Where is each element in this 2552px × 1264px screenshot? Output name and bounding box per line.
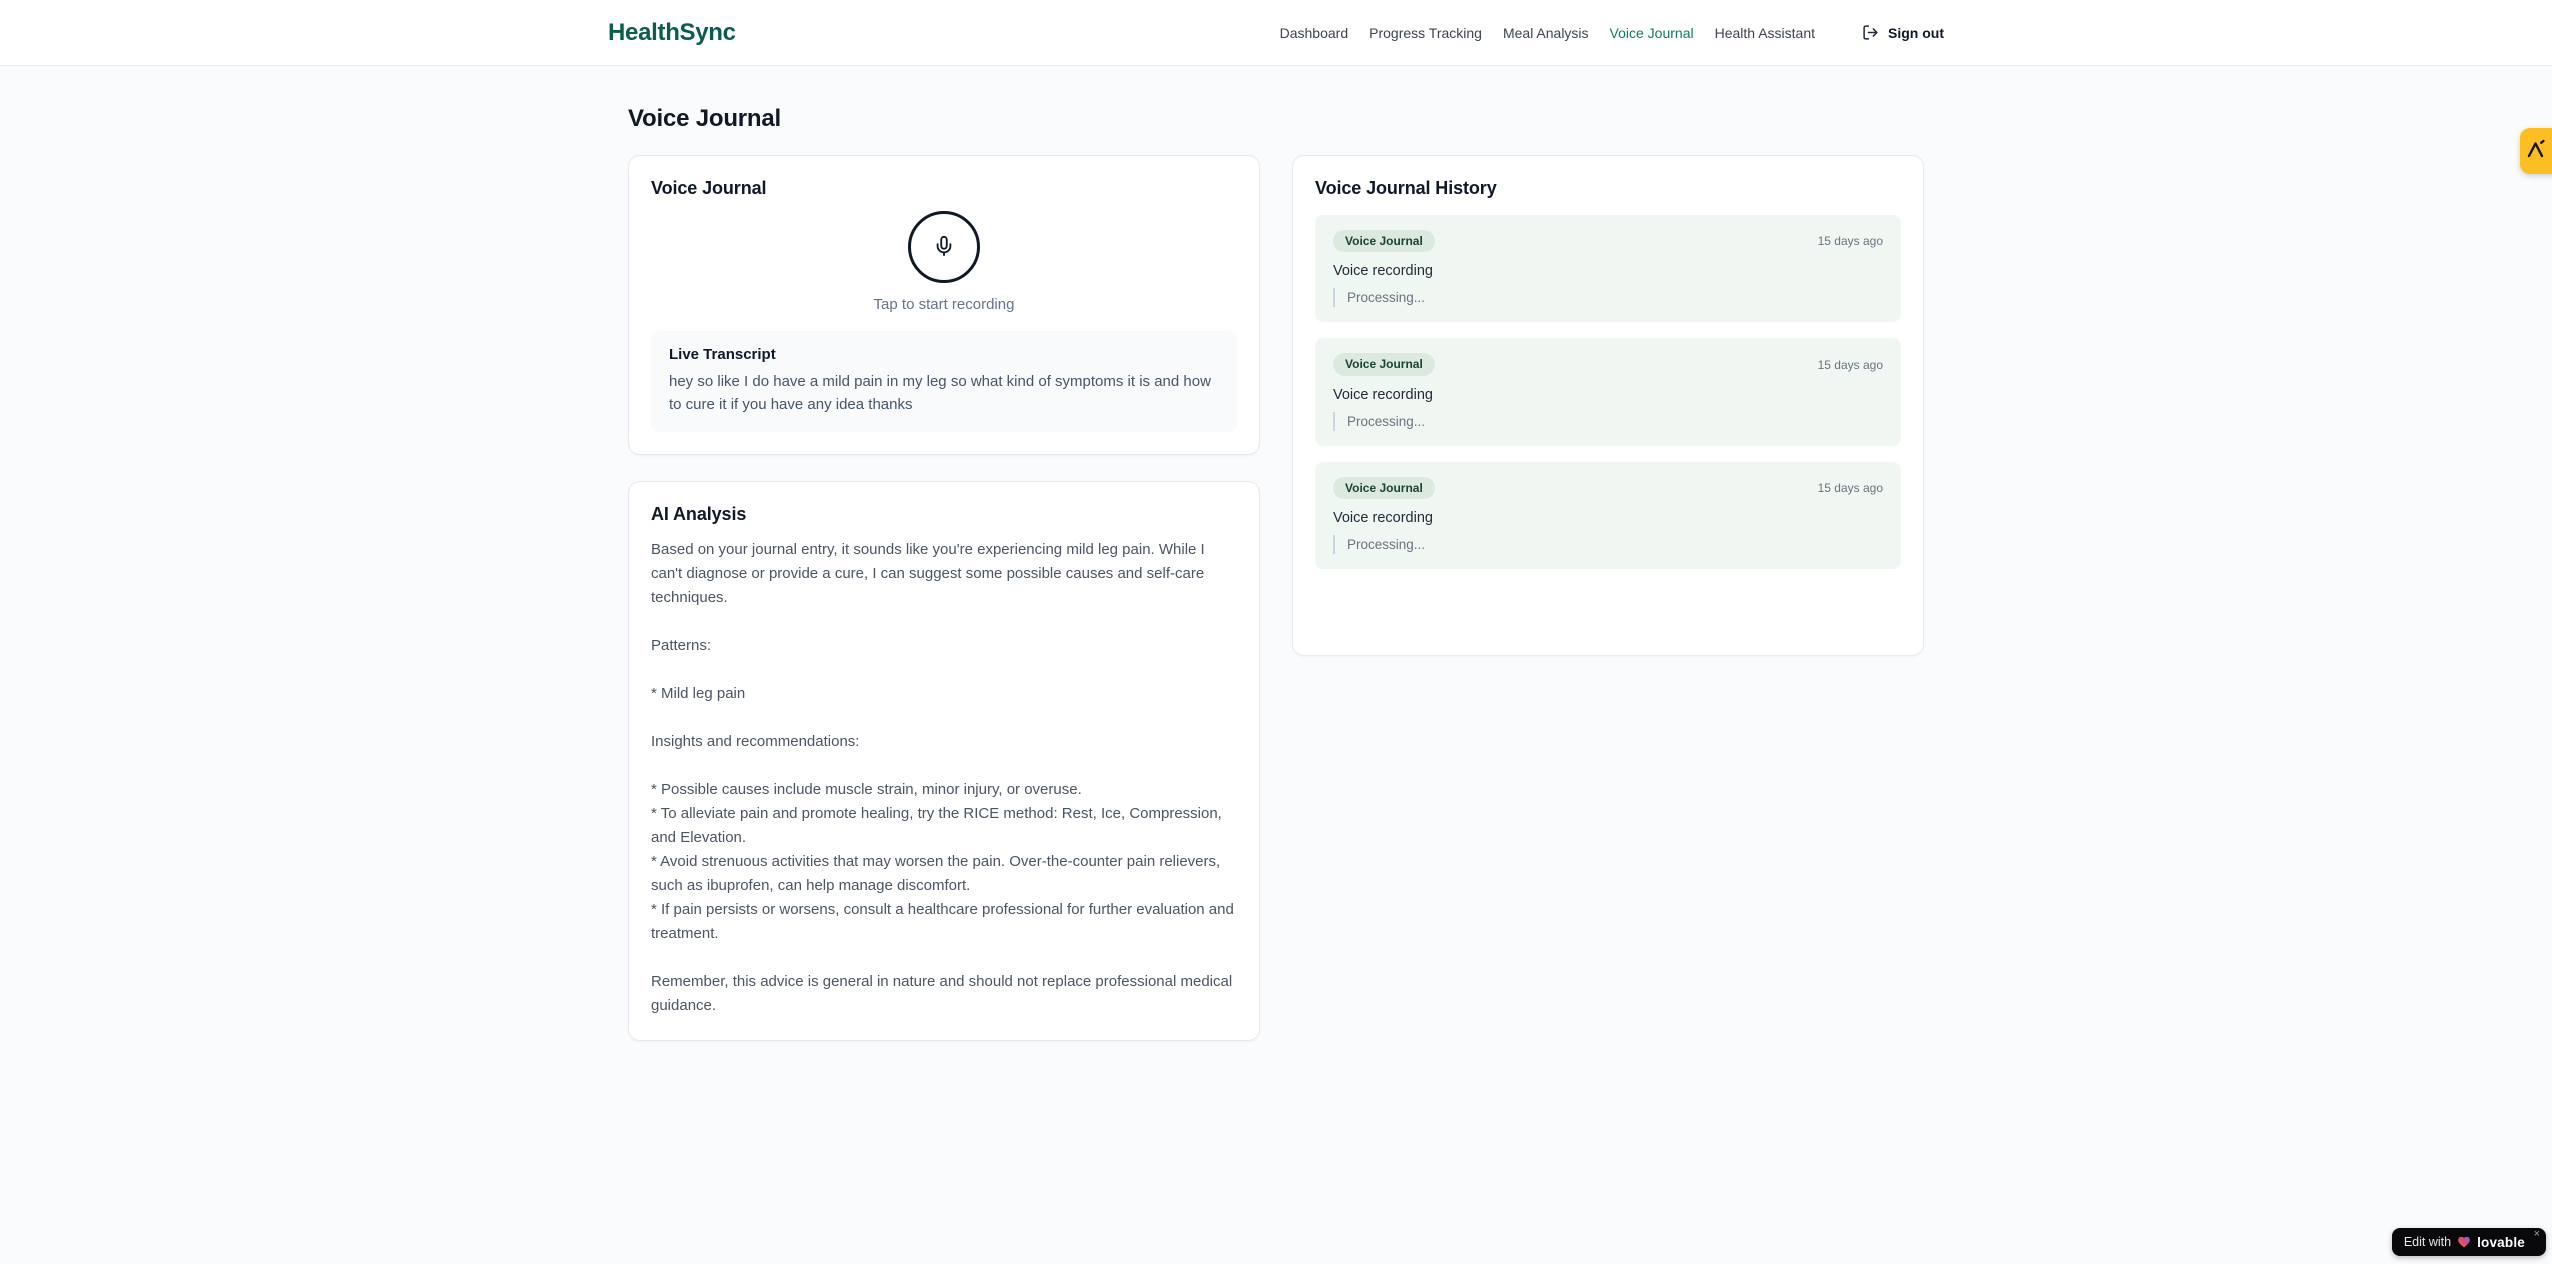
log-out-icon — [1862, 24, 1879, 41]
sign-out-label: Sign out — [1888, 24, 1944, 41]
ai-analysis-body: Based on your journal entry, it sounds l… — [651, 540, 1234, 1014]
live-transcript-box: Live Transcript hey so like I do have a … — [651, 331, 1237, 432]
ai-analysis-title: AI Analysis — [651, 503, 747, 524]
content-grid: Voice Journal Tap to start recording Liv… — [628, 155, 1924, 1041]
edit-badge-prefix: Edit with — [2403, 1235, 2452, 1249]
tap-to-record-hint: Tap to start recording — [873, 296, 1015, 313]
left-column: Voice Journal Tap to start recording Liv… — [628, 155, 1260, 1041]
app-logo[interactable]: HealthSync — [608, 19, 736, 47]
nav-item-meal-analysis[interactable]: Meal Analysis — [1503, 25, 1589, 41]
lovable-brand-label: lovable — [2477, 1234, 2525, 1250]
heart-icon — [2457, 1235, 2471, 1249]
nav-item-voice-journal[interactable]: Voice Journal — [1610, 25, 1694, 41]
peak-logo-icon — [2524, 137, 2548, 166]
entry-timestamp: 15 days ago — [1817, 234, 1883, 249]
entry-type-badge: Voice Journal — [1333, 353, 1435, 376]
entry-status: Processing... — [1333, 411, 1883, 431]
edit-with-lovable-badge[interactable]: Edit with lovable × — [2391, 1228, 2546, 1256]
nav-item-health-assistant[interactable]: Health Assistant — [1715, 25, 1815, 41]
entry-title: Voice recording — [1333, 263, 1433, 280]
live-transcript-label: Live Transcript — [669, 346, 776, 363]
floating-tool-badge[interactable] — [2520, 128, 2552, 174]
entry-title: Voice recording — [1333, 510, 1433, 527]
nav-item-progress-tracking[interactable]: Progress Tracking — [1369, 25, 1482, 41]
history-entry: Voice Journal 15 days ago Voice recordin… — [1315, 215, 1901, 323]
recorder-card-title: Voice Journal — [651, 178, 767, 198]
badge-close-icon[interactable]: × — [2534, 1229, 2540, 1240]
live-transcript-text: hey so like I do have a mild pain in my … — [669, 373, 1211, 414]
history-list: Voice Journal 15 days ago Voice recordin… — [1315, 215, 1901, 633]
right-column: Voice Journal History Voice Journal 15 d… — [1292, 155, 1924, 656]
ai-analysis-card: AI Analysis Based on your journal entry,… — [628, 480, 1260, 1041]
entry-timestamp: 15 days ago — [1817, 480, 1883, 495]
microphone-icon — [933, 235, 955, 260]
recorder-card: Voice Journal Tap to start recording Liv… — [628, 155, 1260, 455]
history-entry: Voice Journal 15 days ago Voice recordin… — [1315, 461, 1901, 570]
main-nav: Dashboard Progress Tracking Meal Analysi… — [1280, 24, 1944, 41]
history-card: Voice Journal History Voice Journal 15 d… — [1292, 155, 1924, 656]
record-button[interactable] — [908, 211, 980, 283]
nav-item-dashboard[interactable]: Dashboard — [1280, 25, 1349, 41]
entry-type-badge: Voice Journal — [1333, 230, 1435, 253]
history-entry: Voice Journal 15 days ago Voice recordin… — [1315, 338, 1901, 446]
sign-out-button[interactable]: Sign out — [1862, 24, 1944, 41]
page-title: Voice Journal — [628, 105, 782, 132]
entry-status: Processing... — [1333, 288, 1883, 308]
entry-type-badge: Voice Journal — [1333, 476, 1435, 500]
main-content: Voice Journal Voice Journal Tap to start… — [628, 105, 1924, 1041]
entry-title: Voice recording — [1333, 386, 1433, 403]
app-header: HealthSync Dashboard Progress Tracking M… — [0, 0, 2552, 66]
entry-status: Processing... — [1333, 535, 1883, 555]
mic-area: Tap to start recording — [651, 211, 1237, 313]
header-container: HealthSync Dashboard Progress Tracking M… — [608, 19, 1944, 47]
entry-timestamp: 15 days ago — [1817, 357, 1883, 372]
history-card-title: Voice Journal History — [1315, 178, 1497, 198]
